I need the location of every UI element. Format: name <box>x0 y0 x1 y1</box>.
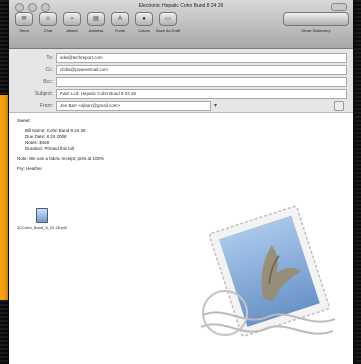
header-fields: To: sdw@techreport.com Cc: cfolla@powere… <box>9 49 353 113</box>
signature-button[interactable] <box>334 100 344 111</box>
subject-field[interactable]: Fwd: Lcd: Hepatic Cohn Bund 8 24 26 <box>56 88 347 99</box>
address-book-icon: ▤ <box>87 12 105 26</box>
bcc-row: Bcc: <box>9 76 347 87</box>
accent-strip <box>0 95 8 300</box>
from-row: From: Jen Barr <ejbarr@gmail.com> ▾ <box>9 100 347 111</box>
show-stationery-button[interactable]: Show Stationery <box>281 12 351 33</box>
toolbar: ✉ Send ☺ Chat ⌁ Attach ▤ Address A Fonts… <box>9 12 353 33</box>
address-button[interactable]: ▤ Address <box>85 12 107 33</box>
note-text: Note: We use a fabric receipt; print at … <box>17 156 104 161</box>
toolbar-toggle-button[interactable] <box>331 3 347 11</box>
chevron-down-icon[interactable]: ▾ <box>214 102 217 109</box>
titlebar: Electronic Hepatic Cohn Bund 8 24 26 ✉ S… <box>9 0 353 49</box>
message-body[interactable]: Sweet: Bill Name: Cohn Bund 8 24 26 Due … <box>9 113 353 181</box>
fonts-button[interactable]: A Fonts <box>109 12 131 33</box>
chat-icon: ☺ <box>39 12 57 26</box>
colors-button[interactable]: ● Colors <box>133 12 155 33</box>
bcc-field[interactable] <box>56 76 347 87</box>
cc-label: Cc: <box>45 66 54 73</box>
send-button[interactable]: ✉ Send <box>13 12 35 33</box>
from-label: From: <box>39 102 53 109</box>
signoff-text: Fry: Heather <box>17 166 43 171</box>
to-label: To: <box>46 54 53 61</box>
detail-line: Duration: Printed this bill <box>25 146 74 151</box>
to-row: To: sdw@techreport.com <box>9 52 347 63</box>
greeting: Sweet: <box>17 118 31 123</box>
paperclip-icon: ⌁ <box>63 12 81 26</box>
attach-button[interactable]: ⌁ Attach <box>61 12 83 33</box>
to-field[interactable]: sdw@techreport.com <box>56 52 347 63</box>
subject-label: Subject: <box>34 90 53 97</box>
attachment-name: 3CCohn_Bund_8_24 26.pdf <box>17 225 67 230</box>
send-icon: ✉ <box>15 12 33 26</box>
stationery-icon <box>283 12 349 26</box>
colors-icon: ● <box>135 12 153 26</box>
fonts-icon: A <box>111 12 129 26</box>
right-edge <box>355 0 361 364</box>
draft-icon: ▭ <box>159 12 177 26</box>
pdf-file-icon <box>35 208 48 223</box>
bcc-label: Bcc: <box>43 78 53 85</box>
save-draft-button[interactable]: ▭ Save As Draft <box>156 12 180 33</box>
subject-row: Subject: Fwd: Lcd: Hepatic Cohn Bund 8 2… <box>9 88 347 99</box>
attachment[interactable]: 3CCohn_Bund_8_24 26.pdf <box>17 208 67 230</box>
cc-field[interactable]: cfolla@poweremail.com <box>56 64 347 75</box>
chat-button[interactable]: ☺ Chat <box>37 12 59 33</box>
from-select[interactable]: Jen Barr <ejbarr@gmail.com> <box>56 100 211 111</box>
mail-app-icon <box>195 195 345 345</box>
bill-details: Bill Name: Cohn Bund 8 24 26 Due Date: 8… <box>17 128 345 152</box>
window-title: Electronic Hepatic Cohn Bund 8 24 26 <box>138 3 224 9</box>
cc-row: Cc: cfolla@poweremail.com <box>9 64 347 75</box>
